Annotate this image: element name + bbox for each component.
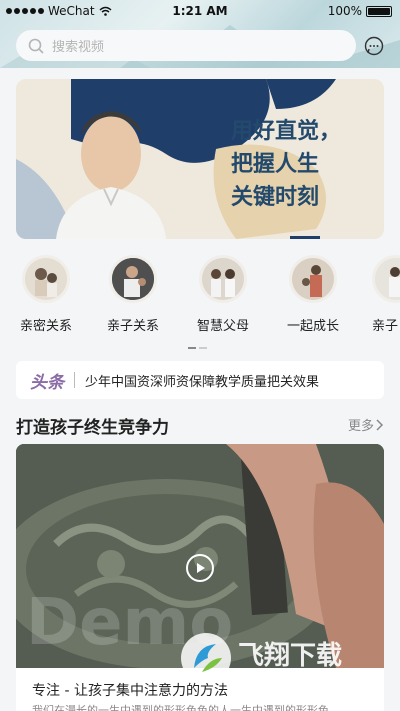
promo-banner[interactable]: 用好直觉， 把握人生 关键时刻 [16, 79, 384, 239]
banner-line-2: 把握人生 [231, 152, 320, 177]
category-thumbnail [22, 255, 70, 303]
site-watermark-name: 飞翔下载 [238, 641, 342, 671]
section-title: 打造孩子终生竞争力 [16, 418, 169, 438]
more-link[interactable]: 更多 [348, 415, 384, 434]
category-item-parent-child[interactable]: 亲子关系 [95, 255, 171, 334]
battery-percent: 100% [327, 4, 362, 18]
search-icon [28, 38, 44, 54]
play-icon [197, 563, 205, 573]
message-icon[interactable] [364, 36, 384, 56]
category-label: 一起成长 [286, 319, 339, 334]
banner-headline: 用好直觉， 把握人生 关键时刻 [231, 115, 341, 214]
category-row: 亲密关系 亲子关系 智慧父母 一起成长 亲子 [0, 255, 400, 345]
category-item-intimate[interactable]: 亲密关系 [8, 255, 84, 334]
pager-dot [199, 347, 207, 349]
category-label: 智慧父母 [196, 319, 249, 334]
status-bar: WeChat 1:21 AM 100% [0, 0, 400, 22]
site-watermark: 飞翔下载 WWW.FXXZ.COM [181, 633, 362, 688]
banner-line-1: 用好直觉， [231, 119, 342, 144]
chevron-right-icon [376, 418, 384, 431]
category-label: 亲子关系 [106, 319, 159, 334]
category-label: 亲密关系 [19, 319, 72, 334]
headline-tag: 头条 [30, 372, 64, 393]
category-thumbnail [199, 255, 247, 303]
category-item-wise-parents[interactable]: 智慧父母 [185, 255, 261, 334]
category-pager [188, 347, 207, 349]
header-background: WeChat 1:21 AM 100% 搜索视频 [0, 0, 400, 68]
more-label: 更多 [347, 419, 374, 434]
search-bar[interactable]: 搜索视频 [16, 30, 356, 61]
headline-text[interactable]: 少年中国资深师资保障教学质量把关效果 [85, 371, 319, 390]
banner-line-3: 关键时刻 [231, 185, 320, 210]
headline-news-bar[interactable]: 头条 少年中国资深师资保障教学质量把关效果 [16, 361, 384, 399]
search-input[interactable]: 搜索视频 [52, 36, 104, 55]
pager-dot-active [188, 347, 196, 349]
category-thumbnail [109, 255, 157, 303]
category-thumbnail [289, 255, 337, 303]
battery-icon [366, 5, 392, 17]
category-thumbnail [372, 255, 400, 303]
play-button[interactable] [186, 554, 214, 582]
category-item-grow-together[interactable]: 一起成长 [275, 255, 351, 334]
category-item-parent-child-2[interactable]: 亲子 [358, 255, 400, 334]
site-watermark-url: WWW.FXXZ.COM [238, 673, 362, 688]
category-label: 亲子 [372, 319, 399, 334]
video-subtitle: 我们在漫长的一生中遇到的形形色色的人一生中遇到的形形色 [32, 704, 329, 711]
divider [74, 372, 75, 388]
